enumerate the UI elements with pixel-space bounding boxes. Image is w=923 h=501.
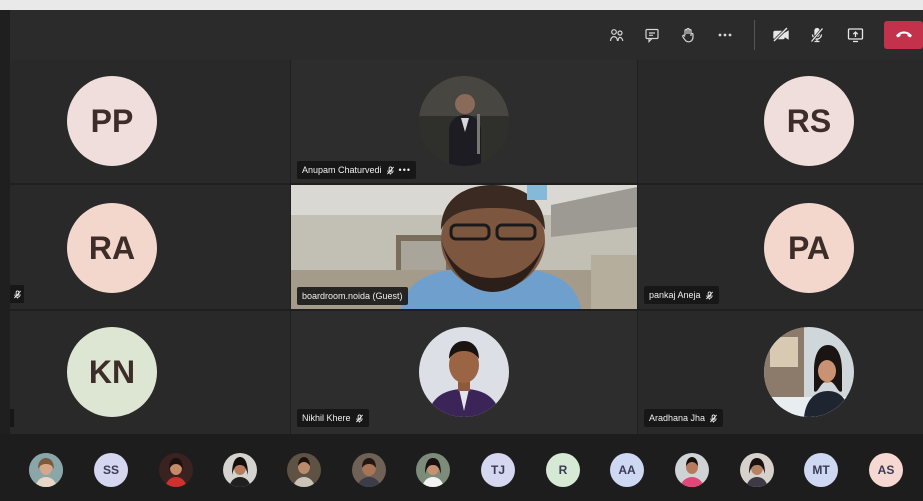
avatar-initials-aa[interactable]: AA (610, 453, 644, 487)
participant-name: boardroom.noida (Guest) (302, 291, 403, 301)
raise-hand-icon[interactable] (675, 22, 701, 48)
participant-name: Anupam Chaturvedi (302, 165, 382, 175)
name-label: Aradhana Jha (644, 409, 724, 427)
avatar-initials-as[interactable]: AS (869, 453, 903, 487)
mic-off-icon (355, 413, 364, 423)
participant-tile-pankaj[interactable]: PA pankaj Aneja (638, 185, 923, 309)
participant-name: pankaj Aneja (649, 290, 701, 300)
avatar-initials-ss[interactable]: SS (94, 453, 128, 487)
avatar-initials-kn: KN (67, 327, 157, 417)
avatar-initials-r[interactable]: R (546, 453, 580, 487)
participant-tile-pp[interactable]: PP (10, 60, 290, 183)
participant-avatar[interactable] (740, 453, 774, 487)
avatar-initials-tj[interactable]: TJ (481, 453, 515, 487)
video-grid: PP Anupam Chaturvedi ••• RS RA boardroom… (10, 60, 923, 434)
participant-video-boardroom[interactable]: boardroom.noida (Guest) (291, 185, 637, 309)
toolbar-divider (754, 20, 755, 50)
share-screen-icon[interactable] (842, 22, 868, 48)
avatar-initials-pp: PP (67, 76, 157, 166)
avatar-initials-pa: PA (764, 203, 854, 293)
participant-tile-nikhil[interactable]: Nikhil Khere (291, 311, 637, 434)
participant-avatar[interactable] (223, 453, 257, 487)
participants-icon[interactable] (604, 22, 630, 48)
participant-tile-anupam[interactable]: Anupam Chaturvedi ••• (291, 60, 637, 183)
avatar-photo (419, 76, 509, 166)
hang-up-button[interactable] (884, 21, 923, 49)
hang-up-icon (895, 26, 913, 44)
name-label: pankaj Aneja (644, 286, 719, 304)
participant-tile-aradhana[interactable]: Aradhana Jha (638, 311, 923, 434)
meeting-toolbar (10, 10, 923, 60)
avatar-initials-rs: RS (764, 76, 854, 166)
mic-off-icon[interactable] (804, 22, 830, 48)
window-top-strip (0, 0, 923, 10)
mic-off-icon (10, 285, 24, 303)
participant-tile-kn[interactable]: KN (10, 311, 290, 434)
name-label-edge (10, 409, 14, 427)
chat-icon[interactable] (639, 22, 665, 48)
name-label: Nikhil Khere (297, 409, 369, 427)
avatar-initials-ra: RA (67, 203, 157, 293)
participant-avatar[interactable] (352, 453, 386, 487)
more-options-icon[interactable] (712, 22, 738, 48)
participant-tile-rs[interactable]: RS (638, 60, 923, 183)
participant-tile-ra[interactable]: RA (10, 185, 290, 309)
more-options-icon[interactable]: ••• (399, 165, 411, 175)
participant-avatar[interactable] (675, 453, 709, 487)
mic-off-icon (386, 165, 395, 175)
mic-off-icon (705, 290, 714, 300)
name-label: Anupam Chaturvedi ••• (297, 161, 416, 179)
participant-name: Nikhil Khere (302, 413, 351, 423)
avatar-photo (764, 327, 854, 417)
participant-name: Aradhana Jha (649, 413, 706, 423)
camera-off-icon[interactable] (768, 22, 794, 48)
mic-off-icon (709, 413, 718, 423)
participant-avatar[interactable] (287, 453, 321, 487)
avatar-photo (419, 327, 509, 417)
name-label: boardroom.noida (Guest) (297, 287, 408, 305)
participant-overflow-bar: SS TJ R AA MT AS (0, 434, 923, 501)
participant-avatar[interactable] (29, 453, 63, 487)
participant-avatar[interactable] (416, 453, 450, 487)
avatar-initials-mt[interactable]: MT (804, 453, 838, 487)
participant-avatar[interactable] (159, 453, 193, 487)
